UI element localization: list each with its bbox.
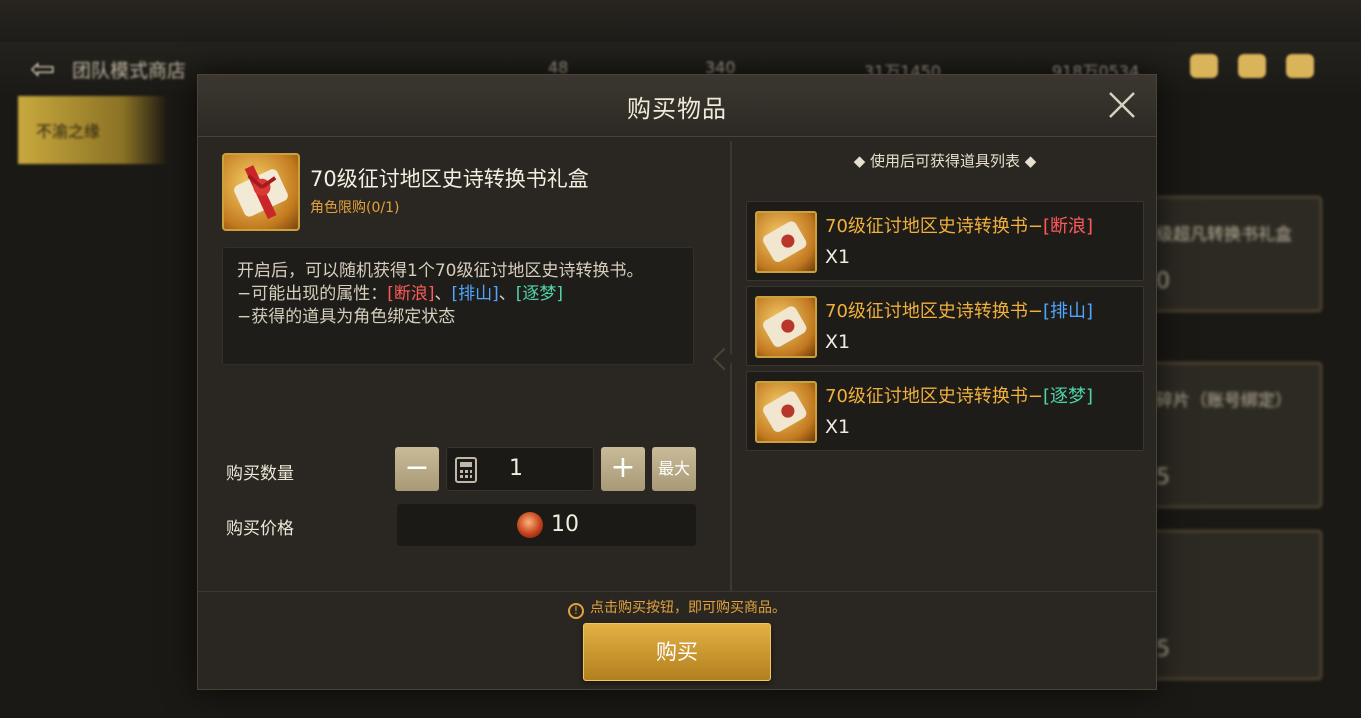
shop-card-price: 5 (1156, 465, 1170, 490)
reward-quantity: X1 (825, 331, 851, 353)
attribute-paishan: [排山] (451, 284, 499, 304)
shop-tab-active[interactable]: 不渝之缘 (18, 96, 168, 164)
rewards-list-title: ◆ 使用后可获得道具列表 ◆ (853, 152, 1037, 170)
footer-divider (198, 591, 1156, 592)
attribute-zhumeng: [逐梦] (515, 284, 564, 304)
currency-coin-icon (517, 512, 543, 538)
reward-name-text: 70级征讨地区史诗转换书− (825, 216, 1043, 237)
shop-card[interactable]: 碎片（账号绑定） 5 (1140, 362, 1322, 508)
attribute-duanlang: [断浪] (387, 284, 435, 304)
close-icon[interactable] (1106, 89, 1138, 121)
separator: 、 (434, 284, 452, 304)
dialog-header: 购买物品 (198, 75, 1156, 137)
purchase-dialog: 购买物品 70级征讨地区史诗转换书礼盒 角色限购(0/1) 开启后，可以随机获得… (197, 74, 1157, 690)
reward-attribute: [逐梦] (1043, 386, 1094, 407)
pane-divider (730, 141, 732, 591)
reward-item[interactable]: 70级征讨地区史诗转换书−[排山] X1 (746, 286, 1144, 366)
shop-card-title: 级超凡转换书礼盒 (1156, 225, 1292, 245)
reward-name: 70级征讨地区史诗转换书−[逐梦] (825, 382, 1093, 408)
shop-card[interactable]: 级超凡转换书礼盒 0 (1140, 196, 1322, 312)
scroll-gift-box-icon (222, 153, 300, 231)
shop-card-price: 0 (1156, 269, 1170, 294)
dialog-title: 购买物品 (627, 95, 727, 123)
purchase-limit: 角色限购(0/1) (310, 200, 400, 216)
attributes-label: −可能出现的属性： (237, 284, 388, 304)
shop-card-title: 碎片（账号绑定） (1156, 391, 1292, 411)
price-value: 10 (551, 512, 579, 537)
info-icon: ! (568, 603, 584, 619)
separator: 、 (498, 284, 516, 304)
quantity-value: 1 (509, 456, 523, 481)
reward-name: 70级征讨地区史诗转换书−[排山] (825, 297, 1093, 323)
purchase-notice: ! 点击购买按钮，即可购买商品。 (198, 597, 1156, 619)
price-display: 10 (397, 504, 696, 546)
price-label: 购买价格 (226, 519, 294, 539)
back-arrow-icon[interactable]: ⇦ (30, 52, 55, 87)
calculator-icon[interactable] (455, 457, 477, 483)
description-line: −获得的道具为角色绑定状态 (237, 307, 456, 327)
reward-quantity: X1 (825, 416, 851, 438)
scroll-icon (755, 296, 817, 358)
reward-item[interactable]: 70级征讨地区史诗转换书−[断浪] X1 (746, 201, 1144, 281)
description-attributes: −可能出现的属性：[断浪]、[排山]、[逐梦] (237, 283, 679, 306)
scroll-icon (755, 381, 817, 443)
bag-icon[interactable] (1190, 54, 1218, 78)
mail-icon[interactable] (1238, 54, 1266, 78)
item-name: 70级征讨地区史诗转换书礼盒 (310, 167, 589, 191)
max-quantity-button[interactable]: 最大 (652, 447, 696, 491)
item-detail-pane: 70级征讨地区史诗转换书礼盒 角色限购(0/1) 开启后，可以随机获得1个70级… (214, 149, 704, 585)
reward-name-text: 70级征讨地区史诗转换书− (825, 386, 1043, 407)
notice-text: 点击购买按钮，即可购买商品。 (590, 600, 786, 616)
quantity-increase-button[interactable]: + (601, 447, 645, 491)
shop-title: 团队模式商店 (72, 60, 187, 82)
reward-attribute: [断浪] (1043, 216, 1094, 237)
scroll-icon (755, 211, 817, 273)
background-top-strip (0, 0, 1361, 42)
item-description: 开启后，可以随机获得1个70级征讨地区史诗转换书。 −可能出现的属性：[断浪]、… (222, 247, 694, 365)
reward-item[interactable]: 70级征讨地区史诗转换书−[逐梦] X1 (746, 371, 1144, 451)
reward-name-text: 70级征讨地区史诗转换书− (825, 301, 1043, 322)
reward-quantity: X1 (825, 246, 851, 268)
quantity-input[interactable]: 1 (446, 447, 594, 491)
reward-attribute: [排山] (1043, 301, 1094, 322)
chat-icon[interactable] (1286, 54, 1314, 78)
shop-card[interactable]: 5 (1140, 530, 1322, 680)
quantity-label: 购买数量 (226, 464, 294, 484)
shop-card-price: 5 (1156, 637, 1170, 662)
buy-button[interactable]: 购买 (583, 623, 771, 681)
reward-name: 70级征讨地区史诗转换书−[断浪] (825, 212, 1093, 238)
description-line: 开启后，可以随机获得1个70级征讨地区史诗转换书。 (237, 261, 644, 281)
shop-tab-label: 不渝之缘 (36, 122, 101, 141)
quantity-decrease-button[interactable]: − (395, 447, 439, 491)
